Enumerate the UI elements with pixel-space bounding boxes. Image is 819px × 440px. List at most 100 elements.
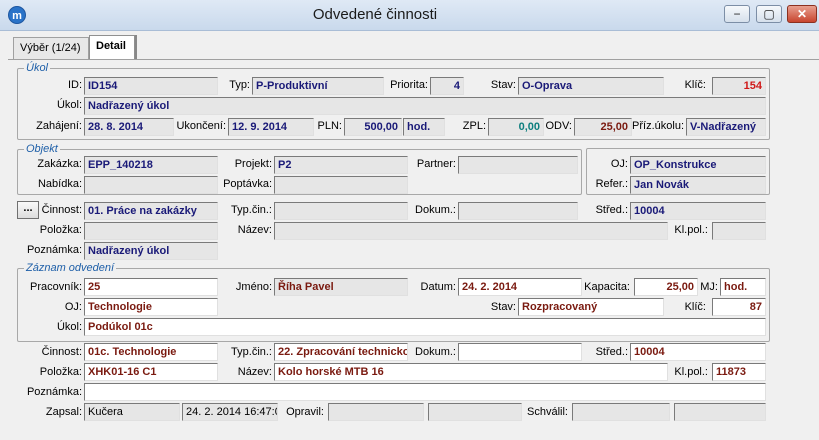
schvalil-date-field[interactable]: [674, 403, 766, 421]
ukonceni-field[interactable]: 12. 9. 2014: [228, 118, 314, 136]
dokum-field[interactable]: [458, 202, 578, 220]
stred2-field[interactable]: 10004: [630, 343, 766, 361]
id-field[interactable]: ID154: [84, 77, 218, 95]
opravil-date-field[interactable]: [428, 403, 522, 421]
klpol2-label: Kl.pol.:: [674, 366, 708, 378]
window-title: Odvedené činnosti: [312, 6, 438, 23]
tab-vyber[interactable]: Výběr (1/24): [13, 37, 89, 59]
priorita-label: Priorita:: [390, 79, 428, 91]
oj-field[interactable]: OP_Konstrukce: [630, 156, 766, 174]
stav-field[interactable]: O-Oprava: [518, 77, 664, 95]
pln-unit-field[interactable]: hod.: [403, 118, 445, 136]
typcin2-label: Typ.čin.:: [231, 346, 272, 358]
poptavka-label: Poptávka:: [223, 178, 272, 190]
polozka2-field[interactable]: XHK01-16 C1: [84, 363, 218, 381]
pracovnik-field[interactable]: 25: [84, 278, 218, 296]
refer-field[interactable]: Jan Novák: [630, 176, 766, 194]
schvalil-field[interactable]: [572, 403, 670, 421]
zakazka-label: Zakázka:: [37, 158, 82, 170]
poznamka2-field[interactable]: [84, 383, 766, 401]
nazev2-label: Název:: [237, 366, 272, 378]
partner-label: Partner:: [416, 158, 456, 170]
nabidka-label: Nabídka:: [37, 178, 82, 190]
typcin-label: Typ.čin.:: [231, 204, 272, 216]
zahajeni-field[interactable]: 28. 8. 2014: [84, 118, 174, 136]
cinnost-lookup-button[interactable]: ...: [17, 201, 39, 219]
datum-field[interactable]: 24. 2. 2014: [458, 278, 582, 296]
pln-label: PLN:: [317, 120, 342, 132]
mj-label: MJ:: [700, 281, 718, 293]
title-bar: m Odvedené činnosti − ▢ ✕: [0, 0, 819, 31]
poptavka-field[interactable]: [274, 176, 408, 194]
zakazka-field[interactable]: EPP_140218: [84, 156, 218, 174]
nazev-label: Název:: [237, 224, 272, 236]
minimize-button[interactable]: −: [724, 5, 750, 23]
schvalil-label: Schválil:: [527, 406, 568, 418]
zaznam-stav-label: Stav:: [490, 301, 516, 313]
zaznam-ukol-field[interactable]: Podúkol 01c: [84, 318, 766, 336]
dokum2-field[interactable]: [458, 343, 582, 361]
kapacita-field[interactable]: 25,00: [634, 278, 698, 296]
mj-field[interactable]: hod.: [720, 278, 766, 296]
ukol-legend: Úkol: [26, 62, 49, 74]
priorita-field[interactable]: 4: [430, 77, 464, 95]
opravil-field[interactable]: [328, 403, 424, 421]
zaznam-klic-field[interactable]: 87: [712, 298, 766, 316]
ukol-field[interactable]: Nadřazený úkol: [84, 97, 766, 115]
typcin2-field[interactable]: 22. Zpracování technicko: [274, 343, 408, 361]
objekt-legend: Objekt: [26, 143, 58, 155]
zaznam-stav-field[interactable]: Rozpracovaný: [518, 298, 664, 316]
poznamka2-label: Poznámka:: [26, 386, 82, 398]
projekt-field[interactable]: P2: [274, 156, 408, 174]
pln-field[interactable]: 500,00: [344, 118, 402, 136]
klic-field[interactable]: 154: [712, 77, 766, 95]
klpol-label: Kl.pol.:: [674, 224, 708, 236]
stred-field[interactable]: 10004: [630, 202, 766, 220]
datum-label: Datum:: [420, 281, 456, 293]
refer-label: Refer.:: [595, 178, 628, 190]
id-label: ID:: [67, 79, 82, 91]
polozka2-label: Položka:: [39, 366, 82, 378]
opravil-label: Opravil:: [286, 406, 324, 418]
zahajeni-label: Zahájení:: [36, 120, 82, 132]
zaznam-klic-label: Klíč:: [684, 301, 706, 313]
odv-label: ODV:: [545, 120, 573, 132]
close-button[interactable]: ✕: [787, 5, 817, 23]
klpol2-field[interactable]: 11873: [712, 363, 766, 381]
zaznam-legend: Záznam odvedení: [26, 262, 115, 274]
zaznam-oj-label: OJ:: [64, 301, 82, 313]
poznamka-field[interactable]: Nadřazený úkol: [84, 242, 218, 260]
kapacita-label: Kapacita:: [584, 281, 630, 293]
projekt-label: Projekt:: [234, 158, 272, 170]
tab-detail[interactable]: Detail: [89, 35, 135, 59]
typ-field[interactable]: P-Produktivní: [252, 77, 384, 95]
zpl-field[interactable]: 0,00: [488, 118, 544, 136]
priz-ukolu-field[interactable]: V-Nadřazený: [686, 118, 766, 136]
klpol-field[interactable]: [712, 222, 766, 240]
poznamka-label: Poznámka:: [26, 244, 82, 256]
ukol-label: Úkol:: [56, 99, 82, 111]
cinnost2-label: Činnost:: [41, 346, 82, 358]
jmeno-label: Jméno:: [235, 281, 272, 293]
nazev-field[interactable]: [274, 222, 668, 240]
dokum2-label: Dokum.:: [415, 346, 456, 358]
stred-label: Střed.:: [595, 204, 628, 216]
pracovnik-label: Pracovník:: [30, 281, 82, 293]
typcin-field[interactable]: [274, 202, 408, 220]
polozka-field[interactable]: [84, 222, 218, 240]
zapsal-date-field[interactable]: 24. 2. 2014 16:47:0: [182, 403, 278, 421]
zaznam-oj-field[interactable]: Technologie: [84, 298, 218, 316]
cinnost-label: Činnost:: [41, 204, 82, 216]
zapsal-field[interactable]: Kučera: [84, 403, 180, 421]
maximize-button[interactable]: ▢: [756, 5, 782, 23]
partner-field[interactable]: [458, 156, 578, 174]
odv-field[interactable]: 25,00: [574, 118, 632, 136]
polozka-label: Položka:: [39, 224, 82, 236]
cinnost2-field[interactable]: 01c. Technologie: [84, 343, 218, 361]
nabidka-field[interactable]: [84, 176, 218, 194]
ukonceni-label: Ukončení:: [176, 120, 226, 132]
nazev2-field[interactable]: Kolo horské MTB 16: [274, 363, 668, 381]
oj-label: OJ:: [610, 158, 628, 170]
jmeno-field[interactable]: Říha Pavel: [274, 278, 408, 296]
cinnost-field[interactable]: 01. Práce na zakázky: [84, 202, 218, 220]
